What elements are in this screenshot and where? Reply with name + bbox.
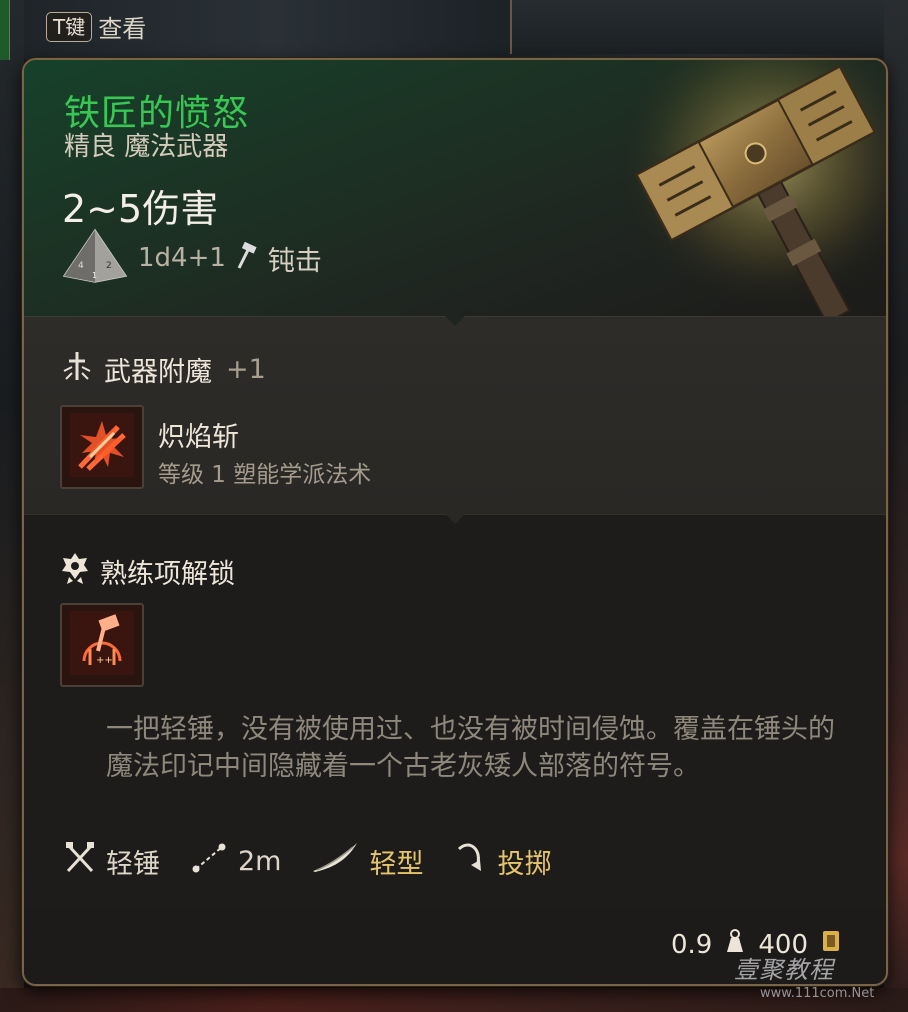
key-hint-label: 查看 bbox=[98, 15, 147, 43]
damage-dice-row: 4 2 1 1d4+1 钝击 bbox=[62, 228, 322, 288]
feather-icon bbox=[311, 841, 359, 882]
enchantment-section: 武器附魔 +1 炽焰斩 等级 1 塑能学派法术 bbox=[24, 306, 886, 515]
property-label: 2m bbox=[238, 846, 282, 877]
item-tooltip: 铁匠的愤怒 精良 魔法武器 2~5伤害 4 2 1 1d4+1 钝击 武器附魔 … bbox=[22, 58, 888, 986]
inspect-key-hint[interactable]: T键 查看 bbox=[46, 9, 146, 44]
enchantment-heading: 武器附魔 +1 bbox=[60, 349, 266, 390]
item-lore: 一把轻锤，没有被使用过、也没有被时间侵蚀。覆盖在锤头的魔法印记中间隐藏着一个古老… bbox=[106, 714, 835, 782]
spell-slot[interactable] bbox=[60, 405, 144, 489]
svg-text:1: 1 bbox=[92, 271, 97, 280]
keycap: T键 bbox=[46, 11, 93, 42]
item-rarity-type: 精良 魔法武器 bbox=[64, 132, 229, 162]
damage-dice: 1d4+1 bbox=[138, 243, 226, 273]
flame-slash-icon bbox=[70, 413, 134, 481]
background-left-highlight bbox=[0, 0, 10, 60]
warhammer-image bbox=[622, 60, 886, 325]
property-range[interactable]: 2m bbox=[190, 841, 281, 882]
property-throw[interactable]: 投掷 bbox=[453, 841, 551, 882]
property-light[interactable]: 轻型 bbox=[311, 841, 423, 882]
enchantment-bonus: +1 bbox=[226, 354, 266, 385]
spell-name: 炽焰斩 bbox=[158, 422, 239, 453]
svg-text:2: 2 bbox=[106, 261, 112, 271]
proficiency-badge-icon bbox=[60, 551, 90, 592]
enchantment-title: 武器附魔 bbox=[104, 357, 212, 388]
tooltip-header: 铁匠的愤怒 精良 魔法武器 2~5伤害 4 2 1 1d4+1 钝击 bbox=[24, 60, 886, 325]
enchant-sword-icon bbox=[60, 349, 94, 390]
background-left bbox=[0, 0, 24, 1012]
throw-arc-icon bbox=[453, 841, 487, 882]
property-label: 轻型 bbox=[369, 849, 424, 880]
weapon-properties: 轻锤 2m 轻型 投掷 bbox=[64, 841, 581, 882]
proficiency-heading: 熟练项解锁 bbox=[60, 551, 235, 592]
item-weight: 0.9 bbox=[671, 929, 713, 960]
range-icon bbox=[190, 841, 228, 882]
damage-type: 钝击 bbox=[267, 245, 322, 277]
svg-text:++: ++ bbox=[96, 655, 113, 666]
damage-range: 2~5伤害 bbox=[62, 187, 219, 231]
property-label: 轻锤 bbox=[106, 849, 160, 880]
proficiency-section: 熟练项解锁 ++ 一把轻锤，没有被使用过、也没有被时间侵蚀。覆盖在锤头的魔法印记… bbox=[24, 504, 886, 909]
bludgeon-icon bbox=[236, 241, 258, 274]
proficiency-title: 熟练项解锁 bbox=[100, 559, 235, 590]
watermark-logo: 壹聚教程 bbox=[734, 956, 834, 984]
crossed-weapons-icon bbox=[64, 841, 96, 882]
proficiency-action-slot[interactable]: ++ bbox=[60, 603, 144, 687]
property-weapon-type[interactable]: 轻锤 bbox=[64, 841, 160, 882]
d4-dice-icon: 4 2 1 bbox=[62, 228, 128, 288]
property-label: 投掷 bbox=[497, 849, 552, 880]
watermark-url: www.111com.Net bbox=[760, 986, 875, 1001]
spell-description: 等级 1 塑能学派法术 bbox=[158, 462, 372, 488]
background-panel bbox=[510, 0, 908, 54]
svg-text:4: 4 bbox=[78, 261, 84, 271]
hammer-action-icon: ++ bbox=[70, 611, 134, 679]
